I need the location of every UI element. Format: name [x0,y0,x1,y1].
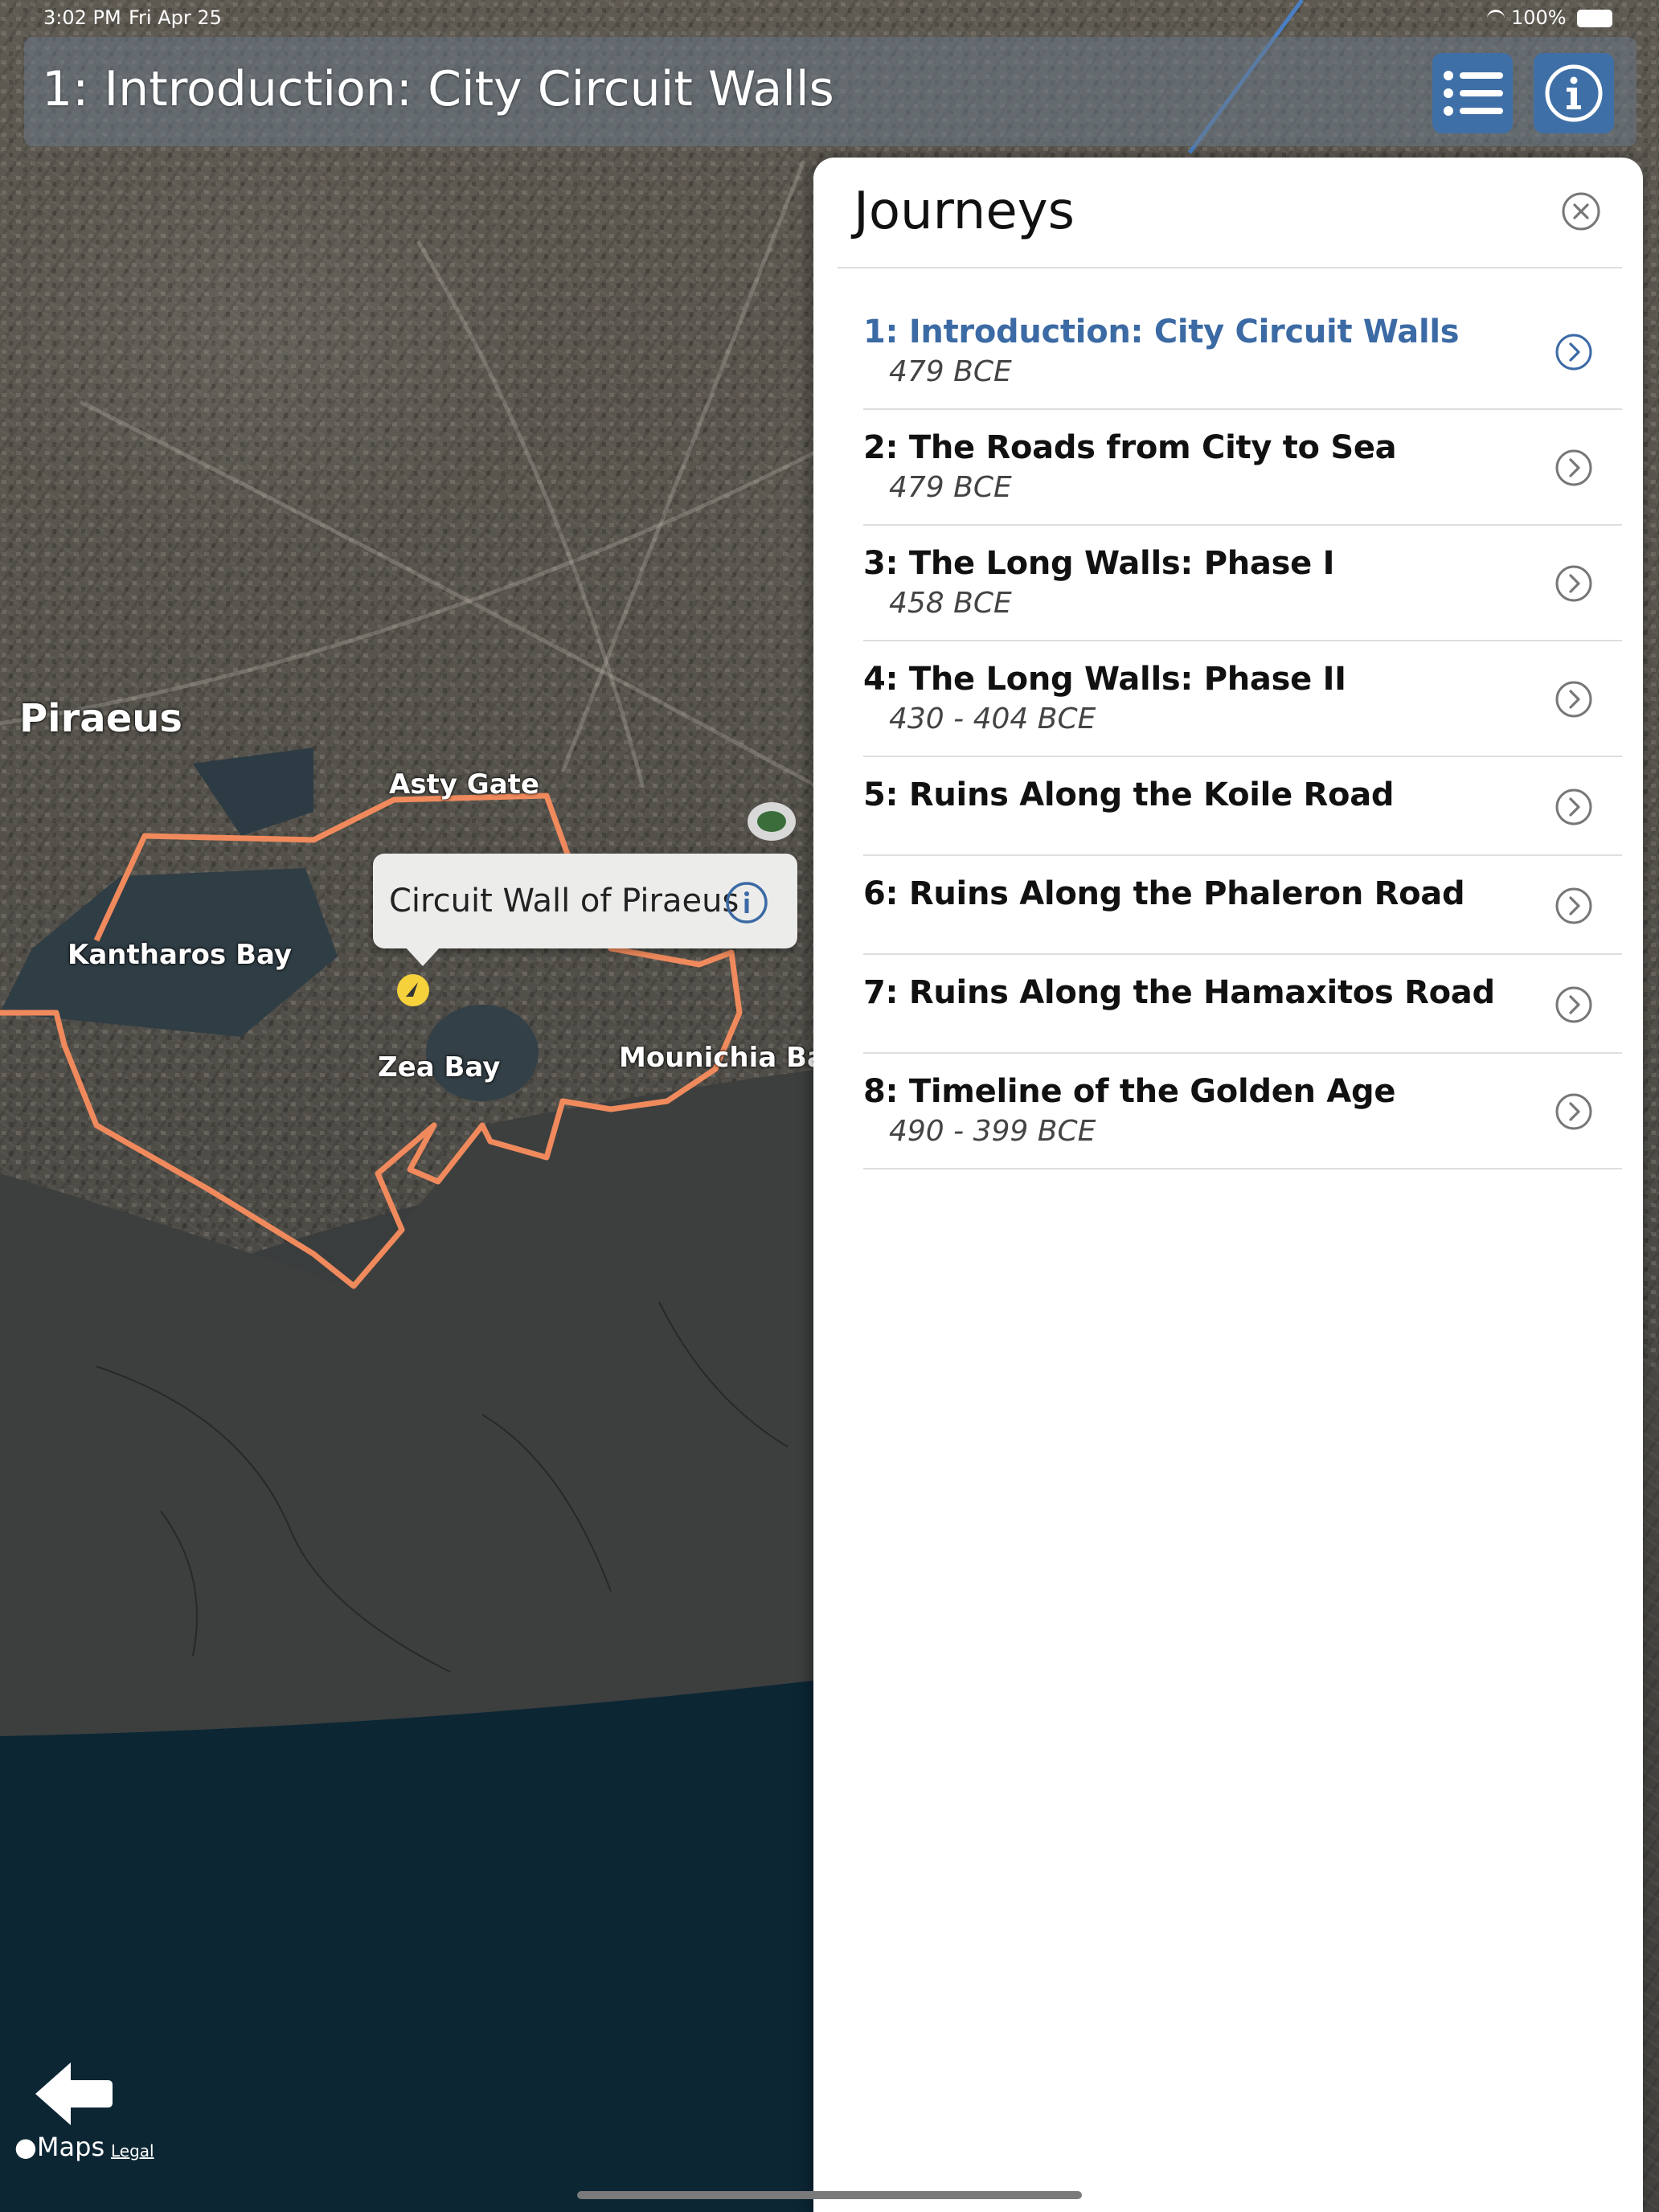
back-arrow-icon[interactable] [34,2061,114,2127]
apple-logo-icon: ● [14,2132,37,2162]
title-bar: 1: Introduction: City Circuit Walls [24,37,1636,146]
journey-title: 3: The Long Walls: Phase I [863,545,1335,582]
map-label-kantharos-bay: Kantharos Bay [68,939,293,971]
panel-divider [838,267,1622,268]
journey-title: 8: Timeline of the Golden Age [863,1073,1396,1110]
info-icon[interactable] [725,881,768,924]
journey-title: 2: The Roads from City to Sea [863,429,1397,466]
journey-item-4[interactable]: 4: The Long Walls: Phase II 430 - 404 BC… [863,641,1622,757]
map-label-piraeus: Piraeus [19,696,182,741]
journey-date: 490 - 399 BCE [889,1115,1096,1148]
home-indicator[interactable] [577,2191,1082,2199]
callout-title: Circuit Wall of Piraeus [389,883,739,920]
chevron-right-circle-icon[interactable] [1555,564,1593,603]
list-button[interactable] [1432,53,1513,133]
journey-title: 5: Ruins Along the Koile Road [863,776,1395,813]
journey-date: 430 - 404 BCE [889,703,1096,735]
journey-item-2[interactable]: 2: The Roads from City to Sea 479 BCE [863,410,1622,526]
journey-title: 4: The Long Walls: Phase II [863,661,1346,698]
chevron-right-circle-icon[interactable] [1555,1092,1593,1131]
map-label-asty-gate: Asty Gate [389,768,539,801]
page-title: 1: Introduction: City Circuit Walls [42,61,834,117]
chevron-right-circle-icon[interactable] [1555,680,1593,719]
info-icon [1545,64,1603,122]
status-date: Fri Apr 25 [129,6,222,29]
apple-maps-logo: ●Maps [14,2132,104,2162]
journey-item-1[interactable]: 1: Introduction: City Circuit Walls 479 … [863,294,1622,410]
status-time: 3:02 PM [43,6,121,29]
battery-icon [1577,10,1612,27]
map-callout[interactable]: Circuit Wall of Piraeus [373,854,797,966]
journey-date: 458 BCE [889,587,1012,620]
close-circle-icon[interactable] [1561,191,1601,231]
map-label-zea-bay: Zea Bay [378,1051,501,1083]
panel-title: Journeys [854,182,1075,241]
journey-date: 479 BCE [889,355,1012,388]
status-battery: 100% [1511,6,1567,29]
map-label-mounichia-bay: Mounichia Ba [619,1042,825,1074]
journey-title: 6: Ruins Along the Phaleron Road [863,875,1465,912]
info-button[interactable] [1534,53,1614,133]
wifi-icon [1487,10,1505,27]
journeys-panel: Journeys 1: Introduction: City Circuit W… [813,158,1643,2212]
journey-title: 7: Ruins Along the Hamaxitos Road [863,974,1495,1011]
chevron-right-circle-icon[interactable] [1555,788,1593,826]
chevron-right-circle-icon[interactable] [1555,985,1593,1024]
legal-link[interactable]: Legal [111,2141,154,2161]
journey-title: 1: Introduction: City Circuit Walls [863,313,1460,350]
journey-item-6[interactable]: 6: Ruins Along the Phaleron Road [863,856,1622,955]
chevron-right-circle-icon[interactable] [1555,449,1593,487]
journey-item-3[interactable]: 3: The Long Walls: Phase I 458 BCE [863,526,1622,641]
chevron-right-circle-icon[interactable] [1555,887,1593,925]
maps-label: Maps [36,2132,105,2162]
journey-item-8[interactable]: 8: Timeline of the Golden Age 490 - 399 … [863,1054,1622,1169]
journey-item-5[interactable]: 5: Ruins Along the Koile Road [863,757,1622,856]
journey-item-7[interactable]: 7: Ruins Along the Hamaxitos Road [863,955,1622,1054]
list-icon [1444,71,1503,116]
chevron-right-circle-icon[interactable] [1555,333,1593,371]
journey-date: 479 BCE [889,471,1012,504]
